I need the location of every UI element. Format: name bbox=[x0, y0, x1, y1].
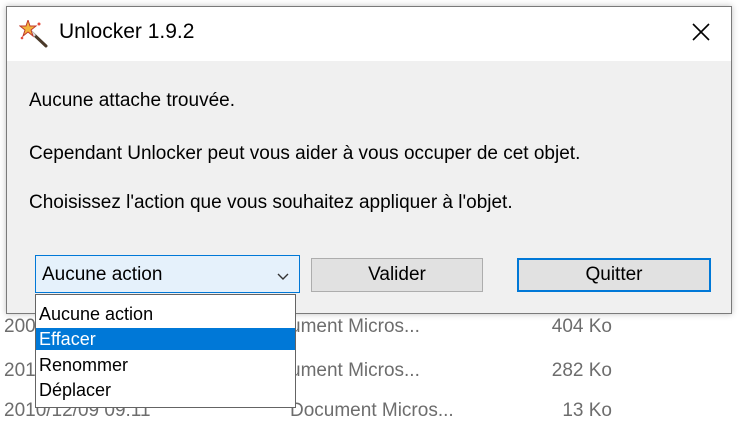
action-select-value: Aucune action bbox=[42, 264, 163, 285]
unlocker-dialog: Unlocker 1.9.2 Aucune attache trouvée. C… bbox=[6, 6, 732, 314]
option-delete[interactable]: Effacer bbox=[36, 328, 295, 350]
message-can-help: Cependant Unlocker peut vous aider à vou… bbox=[29, 143, 581, 164]
message-choose-action: Choisissez l'action que vous souhaitez a… bbox=[29, 192, 513, 213]
quit-button[interactable]: Quitter bbox=[517, 258, 711, 292]
file-type: ument Micros... bbox=[290, 360, 420, 381]
file-type: Document Micros... bbox=[290, 400, 454, 421]
option-move[interactable]: Déplacer bbox=[36, 379, 295, 401]
close-button[interactable] bbox=[671, 7, 731, 61]
message-no-handle: Aucune attache trouvée. bbox=[29, 90, 235, 111]
file-size: 404 Ko bbox=[551, 316, 612, 337]
action-dropdown-list: Aucune action Effacer Renommer Déplacer bbox=[35, 294, 296, 408]
validate-button[interactable]: Valider bbox=[311, 258, 483, 292]
close-icon bbox=[692, 22, 710, 46]
title-bar[interactable]: Unlocker 1.9.2 bbox=[7, 7, 731, 61]
action-select[interactable]: Aucune action bbox=[35, 255, 300, 293]
option-rename[interactable]: Renommer bbox=[36, 354, 295, 376]
file-type: ument Micros... bbox=[290, 316, 420, 337]
window-title: Unlocker 1.9.2 bbox=[59, 20, 195, 43]
file-date: 200 bbox=[4, 316, 36, 337]
file-date: 201 bbox=[4, 360, 36, 381]
option-no-action[interactable]: Aucune action bbox=[36, 303, 295, 325]
unlocker-wand-icon bbox=[18, 18, 49, 48]
chevron-down-icon[interactable] bbox=[277, 269, 289, 280]
file-size: 13 Ko bbox=[562, 400, 612, 421]
file-size: 282 Ko bbox=[551, 360, 612, 381]
